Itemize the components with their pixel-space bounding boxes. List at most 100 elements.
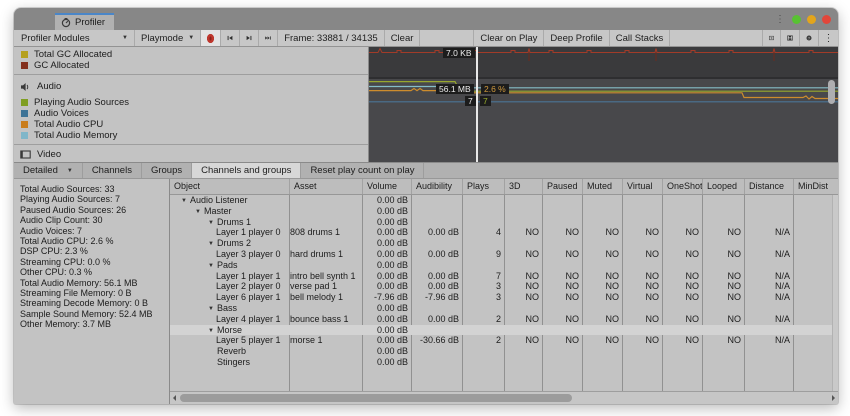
window-control-dots[interactable]: [792, 15, 831, 24]
speaker-icon: [20, 82, 31, 92]
table-row[interactable]: Layer 6 player 1bell melody 1-7.96 dB-7.…: [170, 292, 838, 303]
table-row[interactable]: ▼Drums 20.00 dB: [170, 238, 838, 249]
current-frame-button[interactable]: [259, 30, 278, 46]
legend-swatch: [21, 99, 28, 106]
table-row[interactable]: ▼Pads0.00 dB: [170, 260, 838, 271]
table-cell-paused: NO: [543, 281, 583, 292]
legend-swatch: [21, 110, 28, 117]
profiler-chart-area[interactable]: 7.0 KB 56.1 MB 2.6 % 7 7: [369, 47, 838, 162]
table-cell-virtual: [623, 357, 663, 368]
table-cell-muted: [583, 325, 623, 336]
table-row[interactable]: ▼Drums 10.00 dB: [170, 217, 838, 228]
column-header-volume[interactable]: Volume: [363, 179, 412, 194]
column-header-oneshot[interactable]: OneShot: [663, 179, 703, 194]
call-stacks-toggle[interactable]: Call Stacks: [610, 30, 671, 46]
table-cell-looped: [703, 195, 745, 206]
column-header-distance[interactable]: Distance: [745, 179, 794, 194]
table-row[interactable]: Layer 1 player 1intro bell synth 10.00 d…: [170, 271, 838, 282]
table-row[interactable]: ▼Morse0.00 dB: [170, 325, 838, 336]
foldout-arrow-icon[interactable]: ▼: [195, 207, 201, 217]
next-frame-button[interactable]: [240, 30, 259, 46]
column-header-paused[interactable]: Paused: [543, 179, 583, 194]
chart-section: Total GC AllocatedGC Allocated Audio Pla…: [14, 47, 838, 162]
audio-module-header[interactable]: Audio: [14, 79, 368, 94]
table-cell-plays: 2: [463, 314, 505, 325]
foldout-arrow-icon[interactable]: ▼: [208, 239, 214, 249]
legend-item-total-audio-cpu[interactable]: Total Audio CPU: [14, 119, 368, 130]
playhead-line[interactable]: [476, 47, 478, 162]
deep-profile-toggle[interactable]: Deep Profile: [544, 30, 609, 46]
tab-groups[interactable]: Groups: [142, 163, 192, 178]
prev-frame-button[interactable]: [221, 30, 240, 46]
table-horizontal-scrollbar[interactable]: [170, 391, 838, 404]
window-dot-green[interactable]: [792, 15, 801, 24]
video-module-header[interactable]: Video: [14, 147, 368, 162]
stats-line: Total Audio Memory: 56.1 MB: [20, 278, 169, 288]
clear-button[interactable]: Clear: [385, 30, 421, 46]
table-cell-muted: NO: [583, 314, 623, 325]
window-dot-yellow[interactable]: [807, 15, 816, 24]
foldout-arrow-icon[interactable]: ▼: [208, 326, 214, 336]
table-vertical-scrollbar-gutter[interactable]: [832, 195, 838, 391]
scroll-right-arrow-icon[interactable]: [832, 395, 835, 401]
horizontal-scrollbar-thumb[interactable]: [180, 394, 572, 402]
tab-channels-and-groups[interactable]: Channels and groups: [192, 163, 301, 178]
table-row[interactable]: Layer 4 player 1bounce bass 10.00 dB0.00…: [170, 314, 838, 325]
context-menu-button[interactable]: ⋮: [819, 30, 838, 46]
table-row[interactable]: Layer 2 player 0verse pad 10.00 dB0.00 d…: [170, 281, 838, 292]
table-cell-plays: [463, 346, 505, 357]
clear-on-play-toggle[interactable]: Clear on Play: [473, 30, 544, 46]
legend-item-gc-allocated[interactable]: GC Allocated: [14, 60, 368, 71]
playmode-dropdown[interactable]: Playmode▼: [135, 30, 201, 46]
record-button[interactable]: [201, 30, 221, 46]
column-header-muted[interactable]: Muted: [583, 179, 623, 194]
table-cell-object: ▼Drums 1: [170, 217, 290, 228]
column-header-audibility[interactable]: Audibility: [412, 179, 463, 194]
table-row[interactable]: Reverb0.00 dB: [170, 346, 838, 357]
foldout-arrow-icon[interactable]: ▼: [208, 304, 214, 314]
column-header-object[interactable]: Object: [170, 179, 290, 194]
load-profile-button[interactable]: [762, 30, 781, 46]
table-row[interactable]: Layer 3 player 0hard drums 10.00 dB0.00 …: [170, 249, 838, 260]
scroll-left-arrow-icon[interactable]: [173, 395, 176, 401]
tab-detailed[interactable]: Detailed▼: [14, 163, 83, 178]
column-header-virtual[interactable]: Virtual: [623, 179, 663, 194]
window-dot-red[interactable]: [822, 15, 831, 24]
legend-item-playing-audio-sources[interactable]: Playing Audio Sources: [14, 97, 368, 108]
table-row[interactable]: ▼Bass0.00 dB: [170, 303, 838, 314]
save-profile-button[interactable]: [781, 30, 800, 46]
foldout-arrow-icon[interactable]: ▼: [181, 196, 187, 206]
table-cell-plays: [463, 260, 505, 271]
table-cell-volume: 0.00 dB: [363, 357, 412, 368]
tab-profiler[interactable]: Profiler: [55, 13, 114, 30]
column-header-plays[interactable]: Plays: [463, 179, 505, 194]
foldout-arrow-icon[interactable]: ▼: [208, 218, 214, 228]
save-icon: [787, 33, 793, 43]
table-row[interactable]: ▼Audio Listener0.00 dB: [170, 195, 838, 206]
table-cell-audibility: [412, 325, 463, 336]
table-cell-asset: verse pad 1: [290, 281, 363, 292]
profiler-modules-dropdown[interactable]: Profiler Modules▼: [14, 30, 135, 46]
legend-item-total-gc-allocated[interactable]: Total GC Allocated: [14, 49, 368, 60]
window-menu-icon[interactable]: ⋮: [775, 15, 785, 24]
table-row[interactable]: Layer 1 player 0808 drums 10.00 dB0.00 d…: [170, 227, 838, 238]
table-cell-object: Layer 1 player 1: [170, 271, 290, 282]
column-header-asset[interactable]: Asset: [290, 179, 363, 194]
legend-item-total-audio-memory[interactable]: Total Audio Memory: [14, 130, 368, 141]
table-row[interactable]: ▼Master0.00 dB: [170, 206, 838, 217]
table-cell-muted: NO: [583, 227, 623, 238]
table-cell-object: Reverb: [170, 346, 290, 357]
title-bar: Profiler ⋮: [14, 8, 838, 30]
tab-reset-play-count-on-play[interactable]: Reset play count on play: [301, 163, 424, 178]
column-header-3d[interactable]: 3D: [505, 179, 543, 194]
table-row[interactable]: Layer 5 player 1morse 10.00 dB-30.66 dB2…: [170, 335, 838, 346]
column-header-looped[interactable]: Looped: [703, 179, 745, 194]
tab-channels[interactable]: Channels: [83, 163, 142, 178]
table-row[interactable]: Stingers0.00 dB: [170, 357, 838, 368]
help-button[interactable]: ?: [800, 30, 819, 46]
table-cell-distance: N/A: [745, 271, 794, 282]
chart-scrollbar-thumb[interactable]: [828, 80, 835, 104]
column-header-mindist[interactable]: MinDist: [794, 179, 838, 194]
legend-item-audio-voices[interactable]: Audio Voices: [14, 108, 368, 119]
foldout-arrow-icon[interactable]: ▼: [208, 261, 214, 271]
